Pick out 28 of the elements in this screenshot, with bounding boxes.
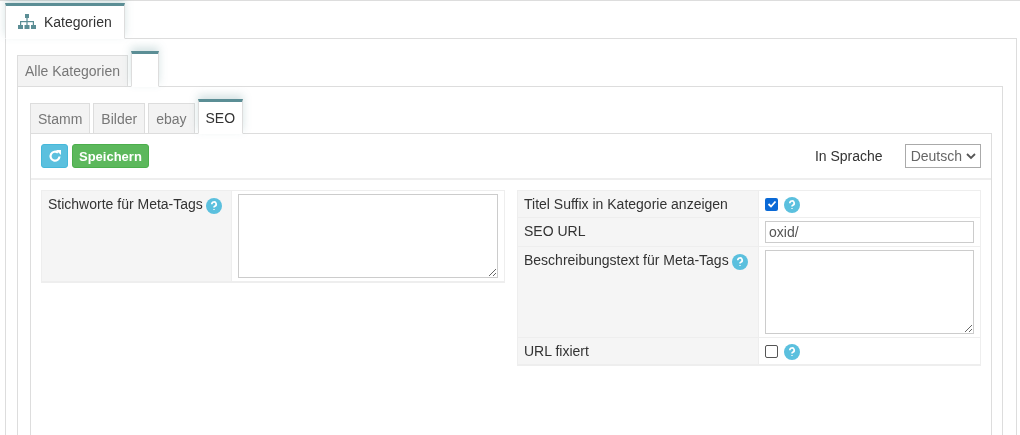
category-tab[interactable]: Alle Kategorien	[17, 55, 128, 87]
main-tab[interactable]: Kategorien	[5, 3, 125, 39]
detail-tab[interactable]: ebay	[148, 103, 195, 134]
save-button[interactable]: Speichern	[72, 144, 149, 168]
field-label: Beschreibungstext für Meta-Tags	[524, 252, 729, 268]
field-label: Stichworte für Meta-Tags	[48, 196, 203, 212]
help-icon[interactable]	[731, 254, 748, 270]
language-select[interactable]: Deutsch	[904, 144, 981, 168]
help-icon[interactable]	[784, 344, 800, 360]
checkbox[interactable]	[765, 344, 778, 358]
refresh-icon	[47, 149, 62, 163]
detail-tab[interactable]: Bilder	[93, 103, 146, 134]
textarea-field[interactable]	[765, 250, 974, 334]
detail-tab[interactable]: Stamm	[30, 103, 91, 134]
textarea-field[interactable]	[238, 194, 498, 278]
seo-url-field[interactable]: oxid/	[765, 221, 974, 243]
checkbox[interactable]	[765, 197, 778, 211]
help-icon[interactable]	[205, 198, 222, 214]
sitemap-icon	[18, 14, 36, 30]
field-label: SEO URL	[524, 223, 586, 239]
detail-tab[interactable]: SEO	[197, 99, 244, 134]
refresh-button[interactable]	[41, 144, 68, 168]
field-label: Titel Suffix in Kategorie anzeigen	[524, 196, 728, 212]
language-label: In Sprache	[814, 148, 883, 164]
chevron-down-icon	[966, 152, 976, 160]
field-label: URL fixiert	[524, 343, 589, 359]
help-icon[interactable]	[784, 197, 800, 213]
category-tab[interactable]	[130, 51, 159, 87]
